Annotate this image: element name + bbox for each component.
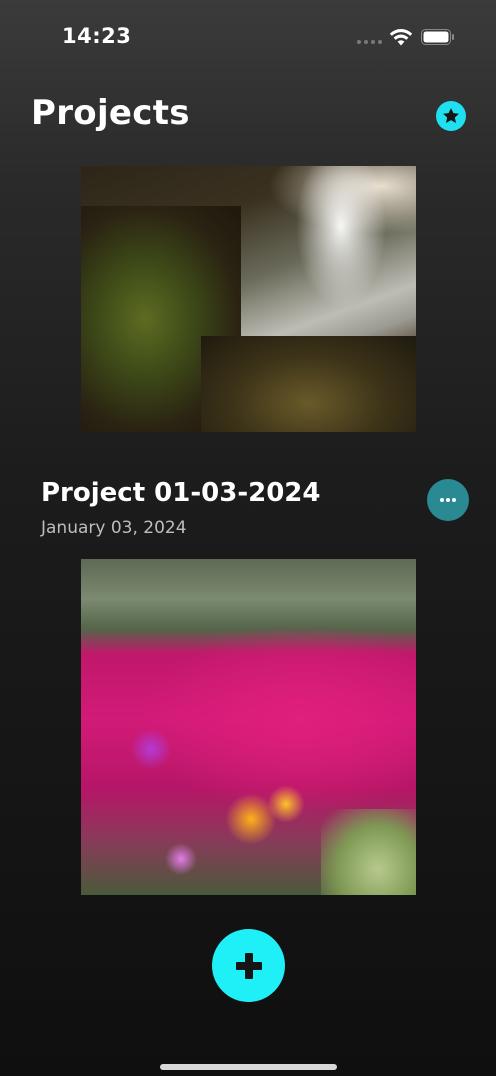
favorites-button[interactable] [436, 101, 466, 131]
status-time: 14:23 [62, 24, 132, 48]
star-icon [443, 108, 459, 123]
status-bar: 14:23 [0, 0, 496, 72]
plus-icon [235, 952, 262, 979]
project-title: Project 01-03-2024 [41, 478, 321, 508]
page-title: Projects [31, 93, 190, 133]
project-options-button[interactable] [427, 479, 469, 521]
ellipsis-icon [440, 498, 456, 502]
battery-icon [421, 29, 454, 45]
add-project-button[interactable] [212, 929, 285, 1002]
wifi-icon [389, 29, 413, 46]
project-date: January 03, 2024 [41, 518, 187, 538]
project-thumbnail-flowers[interactable] [81, 559, 416, 895]
cellular-signal-icon [357, 40, 382, 44]
project-thumbnail-waterfall[interactable] [81, 166, 416, 432]
home-indicator[interactable] [160, 1064, 337, 1070]
